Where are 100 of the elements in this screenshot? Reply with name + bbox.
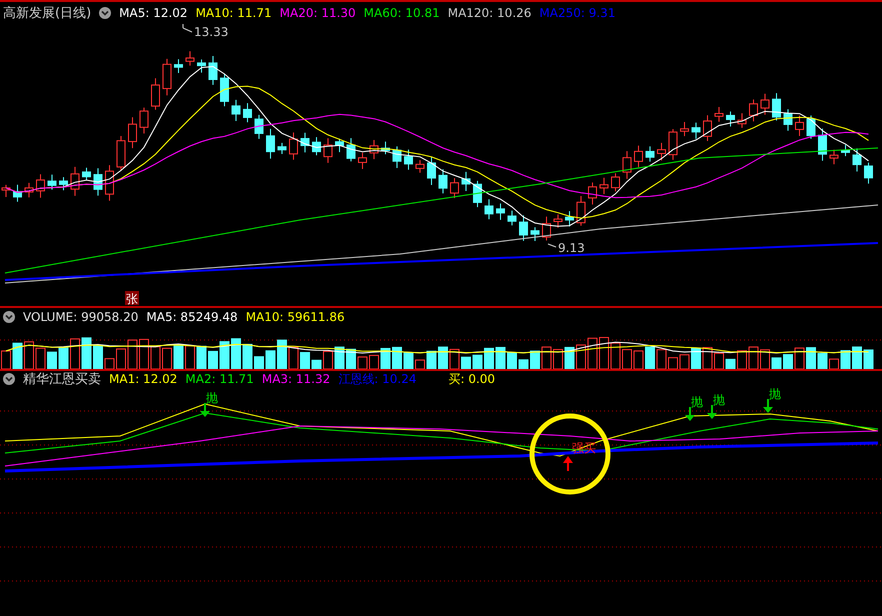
candlestick (289, 132, 298, 160)
candlestick (554, 214, 562, 228)
indicator-title: 精华江恩买卖 (23, 371, 101, 388)
candlestick (324, 138, 332, 164)
indicator-value: MA2: 11.71 (185, 372, 254, 386)
candlestick (370, 140, 378, 160)
volume-bar (507, 352, 517, 369)
indicator-value: MA3: 11.32 (262, 372, 330, 386)
volume-bar (358, 356, 368, 369)
indicator-value: MA20: 11.30 (280, 6, 356, 20)
volume-bar (542, 346, 552, 369)
candlestick (772, 92, 781, 122)
candlestick (795, 115, 804, 136)
volume-bar (680, 354, 690, 369)
candlestick (646, 146, 654, 162)
candlestick (680, 121, 689, 137)
candlestick (438, 168, 448, 194)
candlestick (266, 128, 275, 160)
volume-bar (553, 349, 563, 369)
candlestick (427, 156, 436, 186)
candlestick (784, 108, 792, 132)
volume-bar (794, 348, 804, 369)
volume-bar (185, 345, 195, 369)
collapse-icon[interactable] (99, 7, 112, 19)
volume-bar (702, 347, 712, 369)
volume-bar (380, 348, 390, 369)
candlestick (622, 150, 632, 180)
candlestick (24, 182, 34, 198)
volume-bar (36, 348, 46, 369)
volume-bar (714, 352, 724, 369)
candlestick (404, 149, 413, 170)
volume-bar (82, 337, 92, 369)
sell-signal-label: 抛 (206, 391, 218, 405)
candlestick (59, 176, 68, 191)
candlestick (726, 111, 735, 127)
volume-bar (128, 340, 138, 369)
volume-bar (93, 345, 103, 369)
candlestick (392, 146, 402, 169)
down-arrow-icon (200, 403, 210, 417)
candlestick (588, 182, 597, 205)
up-arrow-icon (563, 456, 573, 471)
candlestick (36, 174, 45, 198)
candlestick (830, 149, 838, 165)
volume-bar (312, 360, 322, 369)
volume-bar (530, 350, 540, 369)
candlestick (94, 168, 102, 196)
candlestick (738, 112, 746, 128)
candlestick (496, 202, 505, 220)
indicator-value: MA5: 12.02 (119, 6, 188, 20)
collapse-icon[interactable] (3, 311, 15, 323)
volume-bar (829, 358, 839, 369)
high-price-label: 13.33 (194, 25, 228, 39)
volume-bar (288, 346, 298, 369)
volume-bar (645, 346, 655, 369)
volume-bar (818, 353, 828, 369)
volume-bar (369, 354, 379, 369)
volume-bar (634, 350, 644, 369)
indicator-value: MA5: 85249.48 (146, 310, 238, 324)
volume-bar (392, 346, 402, 369)
candlestick (565, 210, 574, 227)
candlestick (668, 128, 678, 160)
volume-bar (691, 348, 701, 369)
candlestick (254, 114, 264, 140)
collapse-icon[interactable] (3, 373, 15, 385)
volume-bar (277, 340, 287, 369)
candlestick (416, 160, 424, 174)
rise-badge: 张 (125, 291, 139, 306)
candlestick (140, 107, 148, 134)
indicator-value: 江恩线: 10.24 (338, 370, 416, 388)
volume-bar (231, 338, 241, 369)
volume-bar (726, 358, 736, 369)
candlestick (462, 171, 470, 192)
candlestick (760, 93, 770, 116)
volume-bar (656, 349, 666, 369)
indicator-value: MA1: 12.02 (109, 372, 178, 386)
volume-bar (450, 348, 460, 369)
candlestick (162, 58, 172, 96)
volume-bar (208, 350, 218, 369)
candlestick (841, 144, 850, 157)
leader-line (182, 24, 192, 32)
volume-bar (266, 350, 276, 369)
candlestick (473, 180, 482, 208)
candlestick (174, 58, 183, 74)
candlestick (82, 167, 91, 181)
candlestick (852, 148, 862, 172)
candlestick (335, 138, 344, 153)
candlestick (714, 106, 724, 122)
indicator-value: MA10: 11.71 (196, 6, 272, 20)
volume-bar (610, 342, 620, 369)
volume-bar (220, 341, 230, 369)
candlestick (484, 198, 494, 220)
volume-bar (864, 349, 874, 369)
volume-bar (70, 338, 80, 369)
stock-title: 高新发展(日线) (3, 5, 92, 22)
sell-signal-label: 抛 (691, 395, 703, 409)
candlestick (48, 174, 56, 190)
leader-line (548, 244, 556, 248)
candlestick (70, 166, 80, 196)
volume-bar (518, 359, 528, 369)
candlestick (243, 102, 252, 123)
